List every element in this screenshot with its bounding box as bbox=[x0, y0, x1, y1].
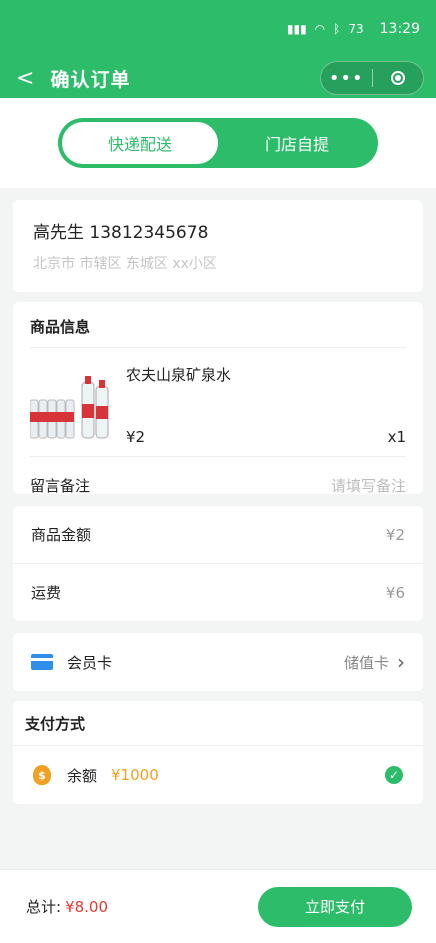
status-bar: ▮▮▮ ◠ ᛒ 73 13:29 bbox=[0, 0, 436, 58]
tab-store-pickup[interactable]: 门店自提 bbox=[219, 121, 375, 165]
shipping-fee-label: 运费 bbox=[31, 584, 62, 602]
goods-amount-row: 商品金额 ¥2 bbox=[13, 506, 423, 564]
shipping-fee-row: 运费 ¥6 bbox=[13, 564, 423, 621]
battery-icon: 73 bbox=[348, 22, 364, 36]
payment-card: 支付方式 $ 余额 ¥1000 ✓ bbox=[13, 701, 423, 804]
total-label: 总计: bbox=[26, 898, 62, 916]
status-icons: ▮▮▮ ◠ ᛒ 73 bbox=[287, 22, 364, 36]
signal-icon: ▮▮▮ bbox=[286, 22, 307, 36]
delivery-tabs: 快递配送 门店自提 bbox=[58, 118, 378, 168]
checkout-footer: 总计: ¥8.00 立即支付 bbox=[0, 869, 436, 943]
goods-name: 农夫山泉矿泉水 bbox=[126, 366, 232, 384]
member-card-selector[interactable]: 储值卡 › bbox=[344, 650, 405, 674]
remark-label: 留言备注 bbox=[30, 476, 91, 495]
delivery-tabs-container: 快递配送 门店自提 bbox=[0, 98, 436, 188]
wifi-icon: ◠ bbox=[314, 22, 326, 36]
mini-program-capsule: ••• bbox=[320, 61, 424, 95]
goods-info: 农夫山泉矿泉水 ¥2 x1 bbox=[126, 356, 406, 456]
page-title: 确认订单 bbox=[50, 68, 131, 91]
member-card-label: 会员卡 bbox=[67, 653, 113, 672]
member-card-row[interactable]: 会员卡 储值卡 › bbox=[13, 633, 423, 691]
goods-item: 农夫山泉矿泉水 ¥2 x1 bbox=[29, 348, 406, 457]
balance-value: ¥1000 bbox=[111, 766, 159, 784]
product-image bbox=[29, 372, 110, 442]
amounts-card: 商品金额 ¥2 运费 ¥6 bbox=[13, 506, 423, 621]
money-bag-icon: $ bbox=[33, 765, 51, 785]
back-button[interactable]: < bbox=[16, 66, 34, 91]
more-menu-button[interactable]: ••• bbox=[321, 68, 372, 89]
clock: 13:29 bbox=[379, 21, 420, 37]
address-card[interactable]: 高先生 13812345678 北京市 市辖区 东城区 xx小区 bbox=[13, 200, 423, 292]
close-miniprogram-button[interactable] bbox=[373, 71, 424, 85]
tab-express-delivery[interactable]: 快递配送 bbox=[61, 121, 219, 165]
remark-input[interactable]: 请填写备注 bbox=[331, 475, 406, 496]
vip-card-icon bbox=[31, 654, 53, 670]
goods-amount-label: 商品金额 bbox=[31, 526, 92, 544]
goods-quantity: x1 bbox=[387, 428, 406, 446]
goods-card: 商品信息 农夫山泉矿泉水 ¥2 x1 留言备注 请填写备注 bbox=[13, 302, 423, 495]
remark-row[interactable]: 留言备注 请填写备注 bbox=[30, 457, 406, 513]
bluetooth-icon: ᛒ bbox=[333, 22, 341, 36]
balance-label: 余额 bbox=[67, 766, 98, 785]
member-card-value: 储值卡 bbox=[343, 653, 389, 672]
chevron-right-icon: › bbox=[397, 650, 405, 674]
address-detail: 北京市 市辖区 东城区 xx小区 bbox=[33, 256, 217, 272]
pay-now-button[interactable]: 立即支付 bbox=[258, 886, 412, 927]
shipping-fee-value: ¥6 bbox=[385, 583, 405, 602]
nav-bar: < 确认订单 ••• bbox=[0, 58, 436, 98]
recipient-name-phone: 高先生 13812345678 bbox=[33, 223, 209, 243]
goods-section-title: 商品信息 bbox=[30, 316, 406, 348]
total-value: ¥8.00 bbox=[65, 897, 109, 916]
goods-amount-value: ¥2 bbox=[385, 525, 405, 544]
payment-section-title: 支付方式 bbox=[13, 701, 423, 746]
target-icon bbox=[390, 71, 405, 85]
water-bottles-image bbox=[29, 376, 109, 439]
payment-option-balance[interactable]: $ 余额 ¥1000 ✓ bbox=[13, 746, 423, 804]
check-icon[interactable]: ✓ bbox=[385, 766, 403, 784]
goods-price: ¥2 bbox=[126, 428, 146, 446]
